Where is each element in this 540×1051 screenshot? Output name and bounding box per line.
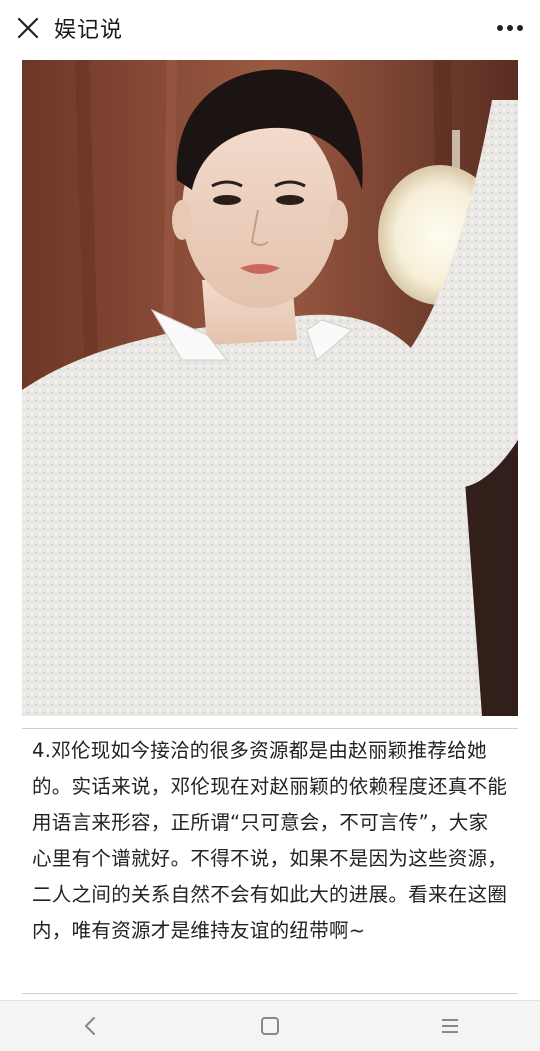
- more-dots-icon: [497, 25, 523, 31]
- article-paragraph: 4.邓伦现如今接洽的很多资源都是由赵丽颖推荐给她的。实话来说，邓伦现在对赵丽颖的…: [32, 739, 508, 942]
- article-text-block: 4.邓伦现如今接洽的很多资源都是由赵丽颖推荐给她的。实话来说，邓伦现在对赵丽颖的…: [22, 728, 518, 994]
- back-chevron-icon: [85, 1017, 95, 1035]
- top-bar: 娱记说: [0, 0, 540, 56]
- close-button[interactable]: [10, 10, 46, 46]
- article-photo: [22, 60, 518, 716]
- menu-lines-icon: [442, 1019, 458, 1033]
- portrait-photo: [22, 60, 518, 716]
- close-icon: [17, 17, 39, 39]
- more-button[interactable]: [492, 10, 528, 46]
- home-square-icon: [261, 1017, 279, 1035]
- page-title: 娱记说: [54, 18, 124, 43]
- bottom-nav-bar: [0, 1000, 540, 1051]
- back-button[interactable]: [60, 1006, 120, 1046]
- menu-button[interactable]: [420, 1006, 480, 1046]
- home-button[interactable]: [240, 1006, 300, 1046]
